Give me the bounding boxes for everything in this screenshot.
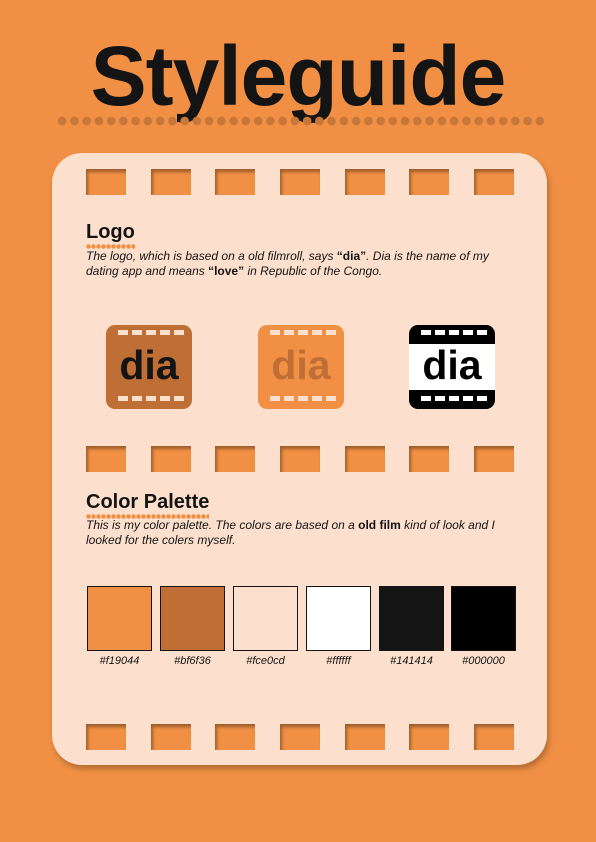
film-hole	[86, 169, 126, 195]
swatch-color-block	[160, 586, 225, 651]
swatch-label: #000000	[462, 655, 505, 667]
swatch-color-block	[306, 586, 371, 651]
logo-perforation-top	[106, 330, 192, 338]
perforation-hole	[463, 330, 473, 335]
perforation-hole	[421, 330, 431, 335]
swatch-label: #fce0cd	[246, 655, 285, 667]
film-hole	[151, 446, 191, 472]
film-hole	[474, 169, 514, 195]
film-holes-top	[86, 169, 516, 195]
perforation-hole	[270, 396, 280, 401]
color-swatch: #ffffff	[306, 586, 371, 667]
perforation-hole	[449, 396, 459, 401]
perforation-hole	[146, 396, 156, 401]
logo-description: The logo, which is based on a old filmro…	[86, 249, 516, 279]
logo-perforation-top	[258, 330, 344, 338]
film-hole	[215, 446, 255, 472]
perforation-hole	[284, 396, 294, 401]
logo-perforation-bottom	[409, 396, 495, 404]
logo-perforation-bottom	[106, 396, 192, 404]
logo-heading: Logo	[86, 221, 135, 249]
perforation-hole	[132, 330, 142, 335]
logo-text-3: in Republic of the Congo.	[244, 264, 383, 278]
logo-heading-text: Logo	[86, 221, 135, 243]
color-swatch: #fce0cd	[233, 586, 298, 667]
film-hole	[86, 446, 126, 472]
perforation-hole	[435, 396, 445, 401]
filmstrip-card: Logo The logo, which is based on a old f…	[52, 153, 547, 765]
perforation-hole	[298, 330, 308, 335]
swatch-color-block	[379, 586, 444, 651]
perforation-hole	[312, 330, 322, 335]
swatch-label: #ffffff	[326, 655, 351, 667]
film-hole	[280, 446, 320, 472]
perforation-hole	[298, 396, 308, 401]
perforation-hole	[435, 330, 445, 335]
perforation-hole	[284, 330, 294, 335]
palette-heading: Color Palette	[86, 491, 210, 519]
color-swatch: #000000	[451, 586, 516, 667]
perforation-hole	[477, 396, 487, 401]
film-hole	[215, 724, 255, 750]
swatch-color-block	[233, 586, 298, 651]
dotted-divider	[56, 115, 546, 127]
perforation-hole	[421, 396, 431, 401]
palette-text-1: This is my color palette. The colors are…	[86, 518, 359, 532]
perforation-hole	[118, 330, 128, 335]
logo-wordmark: dia	[271, 341, 331, 388]
film-hole	[409, 446, 449, 472]
perforation-hole	[270, 330, 280, 335]
perforation-hole	[477, 330, 487, 335]
film-hole	[151, 724, 191, 750]
perforation-hole	[312, 396, 322, 401]
perforation-hole	[132, 396, 142, 401]
color-swatch: #bf6f36	[160, 586, 225, 667]
swatch-label: #bf6f36	[174, 655, 211, 667]
film-hole	[345, 169, 385, 195]
film-hole	[151, 169, 191, 195]
logo-perforation-top	[409, 330, 495, 338]
film-hole	[280, 169, 320, 195]
swatch-label: #f19044	[99, 655, 140, 667]
film-hole	[215, 169, 255, 195]
film-hole	[280, 724, 320, 750]
logo-wordmark: dia	[119, 341, 179, 388]
film-hole	[345, 446, 385, 472]
perforation-hole	[326, 396, 336, 401]
palette-bold-1: old film	[358, 518, 401, 532]
color-swatch: #f19044	[87, 586, 152, 667]
swatch-label: #141414	[390, 655, 433, 667]
logo-variant-orange: dia	[258, 325, 344, 409]
perforation-hole	[174, 330, 184, 335]
perforation-hole	[174, 396, 184, 401]
logo-bold-2: “love”	[208, 264, 245, 278]
perforation-hole	[463, 396, 473, 401]
swatch-color-block	[87, 586, 152, 651]
perforation-hole	[146, 330, 156, 335]
swatch-color-block	[451, 586, 516, 651]
film-hole	[86, 724, 126, 750]
film-hole	[474, 446, 514, 472]
perforation-hole	[326, 330, 336, 335]
logo-variant-black: dia	[409, 325, 495, 409]
page-title: Styleguide	[90, 29, 507, 123]
perforation-hole	[160, 396, 170, 401]
logo-variant-brown: dia	[106, 325, 192, 409]
film-hole	[409, 724, 449, 750]
logo-wordmark: dia	[422, 341, 482, 388]
logo-text-1: The logo, which is based on a old filmro…	[86, 249, 337, 263]
film-holes-middle	[86, 446, 516, 472]
film-hole	[345, 724, 385, 750]
film-holes-bottom	[86, 724, 516, 750]
perforation-hole	[118, 396, 128, 401]
film-hole	[409, 169, 449, 195]
logo-bold-1: “dia”	[336, 249, 367, 263]
perforation-hole	[160, 330, 170, 335]
film-hole	[474, 724, 514, 750]
palette-description: This is my color palette. The colors are…	[86, 518, 516, 548]
logo-perforation-bottom	[258, 396, 344, 404]
palette-heading-text: Color Palette	[86, 491, 210, 513]
color-swatch: #141414	[379, 586, 444, 667]
perforation-hole	[449, 330, 459, 335]
